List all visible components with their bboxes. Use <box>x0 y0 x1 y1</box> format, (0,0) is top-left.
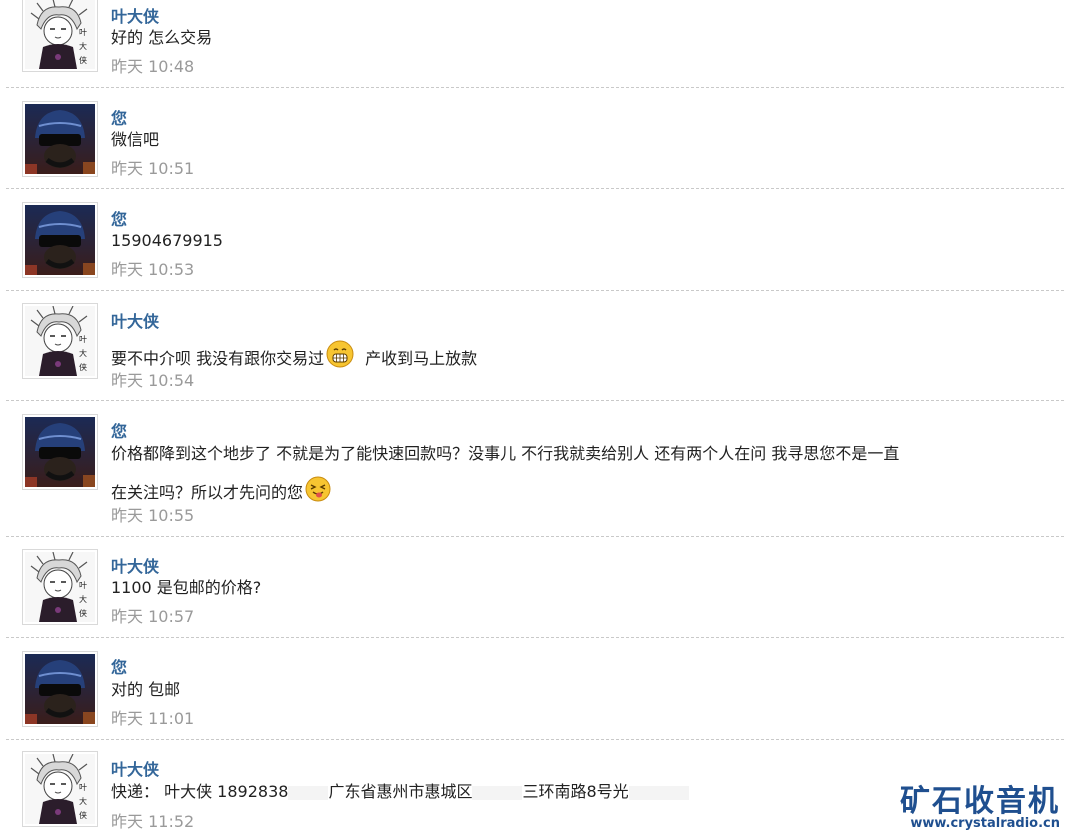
message-text-part: 快递： 叶大侠 1892838 <box>111 782 289 801</box>
timestamp: 昨天 10:51 <box>111 159 195 178</box>
timestamp: 昨天 10:53 <box>111 260 195 279</box>
message-text: 在关注吗？所以才先问的您 <box>111 476 337 503</box>
list-item: 您 15904679915 昨天 10:53 <box>6 189 1064 291</box>
author-name[interactable]: 您 <box>111 654 127 678</box>
author-name[interactable]: 您 <box>111 418 127 442</box>
timestamp: 昨天 10:54 <box>111 371 195 390</box>
avatar[interactable] <box>22 202 98 278</box>
timestamp: 昨天 10:55 <box>111 506 195 525</box>
message-text: 1100 是包邮的价格? <box>111 578 262 597</box>
redacted-mark <box>628 785 689 800</box>
redacted-mark <box>472 785 523 800</box>
message-text-part: 三环南路8号光 <box>522 782 629 801</box>
grin-emoji-icon <box>326 340 354 368</box>
message-text-part: 在关注吗？所以才先问的您 <box>111 483 304 502</box>
list-item: 叶大侠 要不中介呗 我没有跟你交易过 产收到马上放款 昨天 10:54 <box>6 291 1064 401</box>
author-name[interactable]: 您 <box>111 105 127 129</box>
message-text: 15904679915 <box>111 231 223 250</box>
message-text: 微信吧 <box>111 130 160 149</box>
avatar[interactable] <box>22 549 98 625</box>
avatar[interactable] <box>22 101 98 177</box>
message-text-part: 广东省惠州市惠城区 <box>328 782 473 801</box>
watermark: 矿石收音机 www.crystalradio.cn <box>890 770 1060 834</box>
list-item: 您 对的 包邮 昨天 11:01 <box>6 638 1064 740</box>
tongue-emoji-icon <box>305 476 331 502</box>
list-item: 叶大侠 1100 是包邮的价格? 昨天 10:57 <box>6 537 1064 638</box>
watermark-url: www.crystalradio.cn <box>910 816 1060 831</box>
message-text: 快递： 叶大侠 1892838 广东省惠州市惠城区 三环南路8号光 <box>111 782 689 802</box>
avatar[interactable] <box>22 651 98 727</box>
avatar[interactable] <box>22 303 98 379</box>
avatar[interactable] <box>22 414 98 490</box>
message-text-part: 产收到马上放款 <box>360 349 478 368</box>
author-name[interactable]: 叶大侠 <box>111 756 159 780</box>
message-text: 好的 怎么交易 <box>111 28 213 47</box>
author-name[interactable]: 叶大侠 <box>111 553 159 577</box>
list-item: 您 价格都降到这个地步了 不就是为了能快速回款吗？没事儿 不行我就卖给别人 还有… <box>6 401 1064 537</box>
message-text: 价格都降到这个地步了 不就是为了能快速回款吗？没事儿 不行我就卖给别人 还有两个… <box>111 444 900 463</box>
author-name[interactable]: 叶大侠 <box>111 308 159 332</box>
list-item: 您 微信吧 昨天 10:51 <box>6 88 1064 189</box>
watermark-title: 矿石收音机 <box>900 784 1060 819</box>
author-name[interactable]: 您 <box>111 206 127 230</box>
author-name[interactable]: 叶大侠 <box>111 3 159 27</box>
redacted-mark <box>288 785 329 800</box>
avatar[interactable] <box>22 751 98 827</box>
message-text: 要不中介呗 我没有跟你交易过 产收到马上放款 <box>111 340 477 369</box>
message-text-part: 要不中介呗 我没有跟你交易过 <box>111 349 325 368</box>
message-text: 对的 包邮 <box>111 680 181 699</box>
timestamp: 昨天 10:48 <box>111 57 195 76</box>
timestamp: 昨天 10:57 <box>111 607 195 626</box>
list-item: 叶大侠 好的 怎么交易 昨天 10:48 <box>6 0 1064 88</box>
avatar[interactable] <box>22 0 98 72</box>
timestamp: 昨天 11:52 <box>111 812 195 831</box>
timestamp: 昨天 11:01 <box>111 709 195 728</box>
